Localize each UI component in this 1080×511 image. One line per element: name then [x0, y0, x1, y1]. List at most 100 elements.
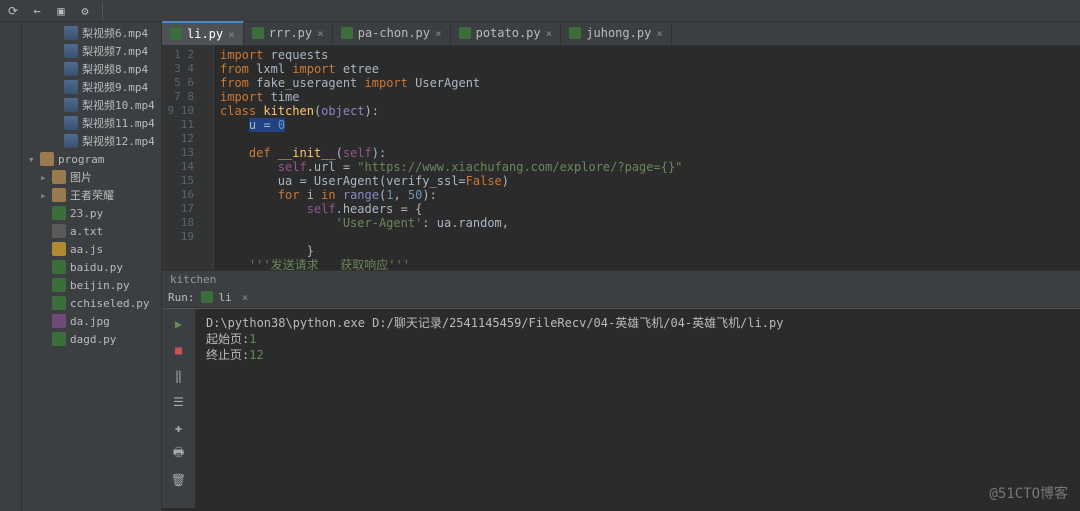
- tree-item-label: beijin.py: [70, 279, 130, 292]
- close-icon[interactable]: ×: [656, 27, 663, 40]
- file-icon: [64, 62, 78, 76]
- close-icon[interactable]: ×: [435, 27, 442, 40]
- tree-item[interactable]: 梨视频8.mp4: [22, 60, 161, 78]
- file-icon: [64, 80, 78, 94]
- watermark: @51CTO博客: [989, 483, 1068, 503]
- tree-item-label: 23.py: [70, 207, 103, 220]
- editor-tabs: li.py×rrr.py×pa-chon.py×potato.py×juhong…: [162, 22, 1080, 46]
- tree-item[interactable]: cchiseled.py: [22, 294, 161, 312]
- breadcrumb[interactable]: kitchen: [162, 270, 1080, 288]
- print-button[interactable]: 🖶: [170, 445, 188, 463]
- stop-button[interactable]: ■: [170, 341, 188, 359]
- pause-button[interactable]: ‖: [170, 367, 188, 385]
- python-icon: [459, 27, 471, 39]
- toolbar-separator: [102, 2, 103, 20]
- back-icon[interactable]: ←: [30, 4, 44, 18]
- tree-item-label: 梨视频10.mp4: [82, 97, 155, 113]
- tree-item[interactable]: aa.js: [22, 240, 161, 258]
- tree-item[interactable]: 梨视频7.mp4: [22, 42, 161, 60]
- tree-item-label: a.txt: [70, 225, 103, 238]
- file-icon: [64, 98, 78, 112]
- tree-item[interactable]: beijin.py: [22, 276, 161, 294]
- run-config-name[interactable]: li: [219, 291, 232, 304]
- file-icon: [52, 188, 66, 202]
- tree-item[interactable]: 梨视频9.mp4: [22, 78, 161, 96]
- tree-item-label: da.jpg: [70, 315, 110, 328]
- tree-item-label: 王者荣耀: [70, 187, 114, 203]
- tree-item[interactable]: da.jpg: [22, 312, 161, 330]
- python-icon: [201, 291, 213, 303]
- tree-item-label: baidu.py: [70, 261, 123, 274]
- file-icon: [52, 278, 66, 292]
- clear-button[interactable]: ✚: [170, 419, 188, 437]
- tree-caret-icon[interactable]: ▾: [28, 153, 36, 166]
- tree-item-label: 梨视频6.mp4: [82, 25, 148, 41]
- file-icon: [64, 134, 78, 148]
- fold-gutter: [200, 46, 214, 270]
- tree-item-label: aa.js: [70, 243, 103, 256]
- run-label: Run:: [168, 291, 195, 304]
- file-icon: [52, 170, 66, 184]
- editor-tab[interactable]: juhong.py×: [561, 21, 672, 45]
- tree-item-label: dagd.py: [70, 333, 116, 346]
- file-icon: [64, 26, 78, 40]
- tree-item-label: program: [58, 153, 104, 166]
- tab-label: pa-chon.py: [358, 26, 430, 40]
- run-panel: ▶ ■ ‖ ☰ ✚ 🖶 🗑 D:\python38\python.exe D:/…: [162, 308, 1080, 508]
- tree-item[interactable]: dagd.py: [22, 330, 161, 348]
- code-editor[interactable]: import requests from lxml import etree f…: [214, 46, 1080, 270]
- tree-item[interactable]: ▸图片: [22, 168, 161, 186]
- file-icon: [64, 116, 78, 130]
- run-toolbar: ▶ ■ ‖ ☰ ✚ 🖶 🗑: [162, 309, 196, 508]
- tree-item[interactable]: 梨视频11.mp4: [22, 114, 161, 132]
- breadcrumb-item[interactable]: kitchen: [170, 273, 216, 286]
- close-icon[interactable]: ×: [546, 27, 553, 40]
- editor-area[interactable]: 1 2 3 4 5 6 7 8 9 10 11 12 13 14 15 16 1…: [162, 46, 1080, 270]
- tree-item[interactable]: ▸ 王者荣耀: [22, 186, 161, 204]
- tree-item[interactable]: a.txt: [22, 222, 161, 240]
- file-icon: [40, 152, 54, 166]
- editor-tab[interactable]: pa-chon.py ×: [333, 21, 451, 45]
- file-icon: [52, 224, 66, 238]
- tree-item[interactable]: 梨视频6.mp4: [22, 24, 161, 42]
- run-panel-header: Run: li ×: [162, 288, 1080, 308]
- tree-item[interactable]: 梨视频12.mp4: [22, 132, 161, 150]
- top-toolbar: ⟳ ← ▣ ⚙: [0, 0, 1080, 22]
- tree-item-label: cchiseled.py: [70, 297, 149, 310]
- file-icon: [52, 260, 66, 274]
- rerun-button[interactable]: ▶: [170, 315, 188, 333]
- editor-tab[interactable]: li.py ×: [162, 21, 244, 45]
- python-icon: [341, 27, 353, 39]
- tree-item[interactable]: 23.py: [22, 204, 161, 222]
- tree-item-label: 梨视频7.mp4: [82, 43, 148, 59]
- file-icon: [52, 332, 66, 346]
- project-tree[interactable]: 梨视频6.mp4 梨视频7.mp4梨视频8.mp4梨视频9.mp4梨视频10.mp…: [22, 22, 162, 511]
- box-icon[interactable]: ▣: [54, 4, 68, 18]
- tree-item[interactable]: baidu.py: [22, 258, 161, 276]
- tab-label: li.py: [187, 27, 223, 41]
- python-icon: [252, 27, 264, 39]
- file-icon: [52, 296, 66, 310]
- console-output[interactable]: D:\python38\python.exe D:/聊天记录/254114545…: [196, 309, 1080, 508]
- close-icon[interactable]: ×: [228, 28, 235, 41]
- tree-item-label: 梨视频12.mp4: [82, 133, 155, 149]
- trash-button[interactable]: 🗑: [170, 471, 188, 489]
- file-icon: [52, 242, 66, 256]
- tree-caret-icon[interactable]: ▸: [40, 171, 48, 184]
- editor-tab[interactable]: rrr.py×: [244, 21, 333, 45]
- editor-tab[interactable]: potato.py ×: [451, 21, 562, 45]
- layout-button[interactable]: ☰: [170, 393, 188, 411]
- line-number-gutter: 1 2 3 4 5 6 7 8 9 10 11 12 13 14 15 16 1…: [162, 46, 200, 270]
- tree-item-label: 梨视频11.mp4: [82, 115, 155, 131]
- gear-icon[interactable]: ⚙: [78, 4, 92, 18]
- tab-label: potato.py: [476, 26, 541, 40]
- python-icon: [569, 27, 581, 39]
- tree-caret-icon[interactable]: ▸: [40, 189, 48, 202]
- tree-item[interactable]: 梨视频10.mp4: [22, 96, 161, 114]
- sync-icon[interactable]: ⟳: [6, 4, 20, 18]
- python-icon: [170, 28, 182, 40]
- close-icon[interactable]: ×: [317, 27, 324, 40]
- file-icon: [64, 44, 78, 58]
- close-icon[interactable]: ×: [242, 291, 249, 304]
- tree-item[interactable]: ▾ program: [22, 150, 161, 168]
